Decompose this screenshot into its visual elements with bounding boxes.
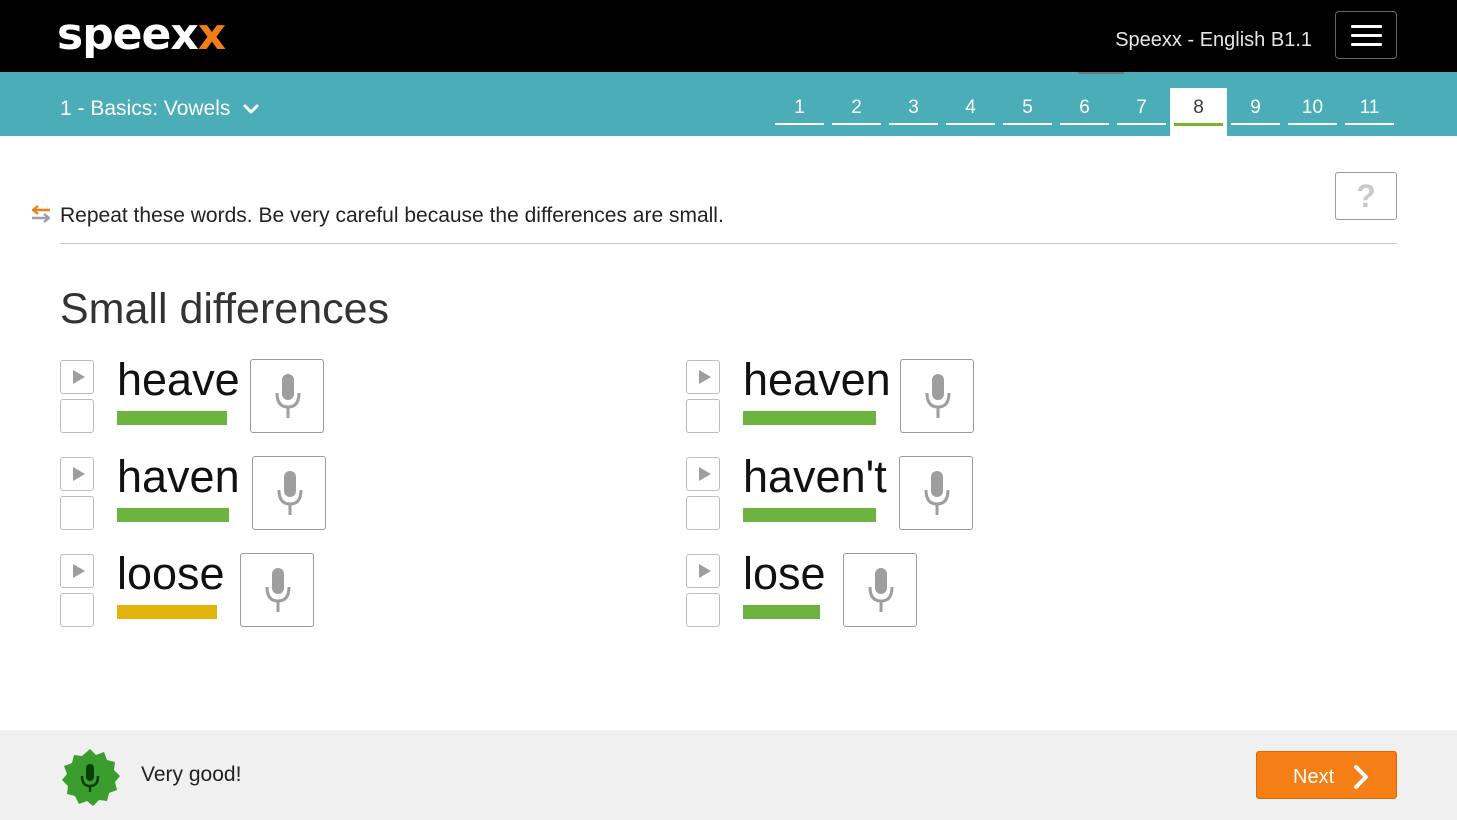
step-tab-6[interactable]: 6 xyxy=(1060,88,1109,136)
pronunciation-score-bar xyxy=(117,605,217,619)
exercise-instruction: Repeat these words. Be very careful beca… xyxy=(60,204,724,227)
word-text: loose xyxy=(117,548,225,599)
recording-playback-button[interactable] xyxy=(60,399,94,433)
pronunciation-score-bar xyxy=(117,411,227,425)
microphone-badge-icon xyxy=(62,749,120,806)
pronunciation-score-bar xyxy=(743,411,876,425)
swap-arrows-icon[interactable] xyxy=(30,204,52,224)
pronunciation-score-bar xyxy=(117,508,229,522)
next-button[interactable]: Next xyxy=(1256,751,1397,799)
top-header: speexx Speexx - English B1.1 xyxy=(0,0,1457,72)
word-item: loose xyxy=(60,548,330,634)
progress-indicator-tick xyxy=(1078,72,1124,74)
speexx-logo: speexx xyxy=(57,9,226,60)
step-tab-1[interactable]: 1 xyxy=(775,88,824,136)
lesson-navigation-bar: 1 - Basics: Vowels 1 2 3 4 5 6 7 8 9 10 … xyxy=(0,72,1457,136)
record-button[interactable] xyxy=(240,553,314,627)
recording-playback-button[interactable] xyxy=(60,496,94,530)
step-tab-10[interactable]: 10 xyxy=(1288,88,1337,136)
logo-accent-text: x xyxy=(197,9,226,60)
play-audio-button[interactable] xyxy=(60,457,94,491)
section-title: Small differences xyxy=(60,285,390,333)
recording-playback-button[interactable] xyxy=(686,593,720,627)
recording-playback-button[interactable] xyxy=(60,593,94,627)
step-tab-5[interactable]: 5 xyxy=(1003,88,1052,136)
play-audio-button[interactable] xyxy=(686,360,720,394)
record-button[interactable] xyxy=(843,553,917,627)
chevron-right-icon xyxy=(1354,765,1368,789)
word-text: heave xyxy=(117,354,240,405)
word-item: heave xyxy=(60,354,330,440)
microphone-icon xyxy=(925,374,951,418)
microphone-icon xyxy=(868,568,894,612)
hamburger-icon-line xyxy=(1351,34,1382,37)
word-text: heaven xyxy=(743,354,891,405)
word-text: lose xyxy=(743,548,826,599)
hamburger-icon-line xyxy=(1351,25,1382,28)
word-text: haven't xyxy=(743,451,887,502)
menu-button[interactable] xyxy=(1335,11,1397,59)
step-tab-8-active[interactable]: 8 xyxy=(1170,88,1227,136)
record-button[interactable] xyxy=(900,359,974,433)
play-audio-button[interactable] xyxy=(686,457,720,491)
step-tab-3[interactable]: 3 xyxy=(889,88,938,136)
word-item: haven xyxy=(60,451,330,537)
step-tab-4[interactable]: 4 xyxy=(946,88,995,136)
step-tab-9[interactable]: 9 xyxy=(1231,88,1280,136)
hamburger-icon-line xyxy=(1351,43,1382,46)
divider xyxy=(60,243,1397,244)
next-button-label: Next xyxy=(1293,766,1335,788)
pronunciation-score-bar xyxy=(743,508,876,522)
lesson-title: 1 - Basics: Vowels xyxy=(60,97,231,120)
chevron-down-icon xyxy=(243,104,259,114)
step-tab-11[interactable]: 11 xyxy=(1345,88,1394,136)
step-tab-2[interactable]: 2 xyxy=(832,88,881,136)
microphone-icon xyxy=(924,471,950,515)
microphone-icon xyxy=(265,568,291,612)
pronunciation-score-bar xyxy=(743,605,820,619)
feedback-message: Very good! xyxy=(141,763,242,786)
recording-playback-button[interactable] xyxy=(686,496,720,530)
play-audio-button[interactable] xyxy=(686,554,720,588)
help-button[interactable]: ? xyxy=(1335,172,1397,220)
feedback-footer: Very good! Next xyxy=(0,730,1457,820)
microphone-icon xyxy=(277,471,303,515)
course-title: Speexx - English B1.1 xyxy=(1115,29,1312,51)
word-item: haven't xyxy=(686,451,976,537)
record-button[interactable] xyxy=(250,359,324,433)
play-audio-button[interactable] xyxy=(60,554,94,588)
record-button[interactable] xyxy=(252,456,326,530)
play-audio-button[interactable] xyxy=(60,360,94,394)
record-button[interactable] xyxy=(899,456,973,530)
logo-main-text: speex xyxy=(57,9,199,60)
word-item: heaven xyxy=(686,354,976,440)
step-tab-7[interactable]: 7 xyxy=(1117,88,1166,136)
word-text: haven xyxy=(117,451,240,502)
word-item: lose xyxy=(686,548,976,634)
microphone-icon xyxy=(275,374,301,418)
lesson-dropdown[interactable]: 1 - Basics: Vowels xyxy=(60,97,259,121)
recording-playback-button[interactable] xyxy=(686,399,720,433)
